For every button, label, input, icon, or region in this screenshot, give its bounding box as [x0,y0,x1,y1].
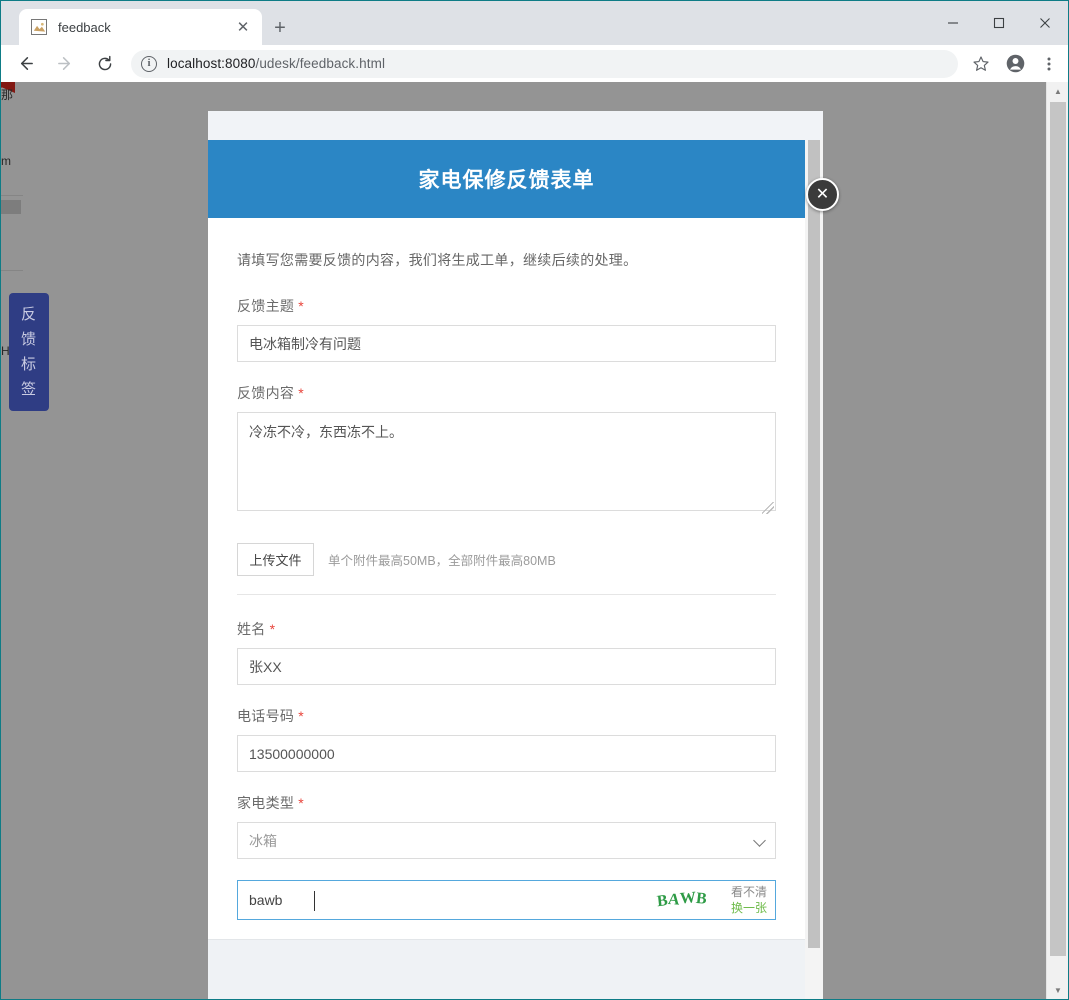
page-scrollbar[interactable]: ▲ ▼ [1046,82,1068,999]
required-marker: * [298,708,304,724]
reload-icon[interactable] [89,48,121,80]
select-wrapper: 冰箱 [237,822,776,859]
captcha-refresh-link[interactable]: 换一张 [731,900,767,916]
modal-top-strip [208,111,823,140]
side-tab-char: 签 [20,381,37,398]
browser-tab[interactable]: feedback ✕ [19,9,262,45]
feedback-tab-button[interactable]: 反 馈 标 签 [9,293,49,411]
label-text: 电话号码 [237,708,295,724]
name-input[interactable] [237,648,776,685]
modal-title: 家电保修反馈表单 [418,169,595,192]
content-textarea[interactable]: 冷冻不冷，东西冻不上。 [237,412,776,511]
tab-close-icon[interactable]: ✕ [232,16,254,38]
modal-scrollbar-thumb[interactable] [808,140,820,948]
field-content: 反馈内容 * 冷冻不冷，东西冻不上。 [237,383,776,516]
upload-row: 上传文件 单个附件最高50MB，全部附件最高80MB [237,537,776,595]
url-host: localhost:8080 [167,56,256,71]
favicon-icon [31,19,47,35]
captcha-links: 看不清 换一张 [717,884,767,916]
side-tab-char: 反 [20,306,37,323]
modal-intro-text: 请填写您需要反馈的内容，我们将生成工单，继续后续的处理。 [237,252,638,268]
browser-titlebar: feedback ✕ + [1,1,1068,45]
forward-icon [49,48,81,80]
tab-title: feedback [58,19,111,35]
field-phone: 电话号码 * [237,706,776,772]
field-appliance-type-label: 家电类型 * [237,793,776,813]
url-path: /udesk/feedback.html [255,56,386,71]
window-controls [930,1,1068,45]
page-scrollbar-thumb[interactable] [1050,102,1066,956]
address-bar-url: localhost:8080/udesk/feedback.html [167,56,385,71]
scroll-down-icon[interactable]: ▼ [1047,981,1068,999]
address-bar[interactable]: i localhost:8080/udesk/feedback.html [131,49,958,78]
captcha-char: A [667,890,681,909]
new-tab-button[interactable]: + [266,14,294,42]
modal-header: 家电保修反馈表单 [208,140,805,218]
captcha-char: W [679,889,697,908]
field-phone-label: 电话号码 * [237,706,776,726]
field-name: 姓名 * [237,619,776,685]
minimize-icon[interactable] [930,1,976,45]
star-icon[interactable] [966,49,996,79]
label-text: 反馈内容 [237,385,295,401]
field-appliance-type: 家电类型 * 冰箱 [237,793,776,859]
field-subject-label: 反馈主题 * [237,296,776,316]
modal-close-button[interactable]: ✕ [806,178,839,211]
text-caret [314,891,315,911]
required-marker: * [269,621,276,637]
page-viewport: 那 m H 反 馈 标 签 家电保修反馈表单 请填写您需要反馈的内容，我们将生成… [1,82,1068,999]
site-info-icon[interactable]: i [141,55,157,72]
captcha-row: BAWB 看不清 换一张 [237,880,776,920]
back-icon[interactable] [9,48,41,80]
field-content-label: 反馈内容 * [237,383,776,403]
upload-hint-text: 单个附件最高50MB，全部附件最高80MB [328,554,556,568]
modal-scrollbar[interactable] [805,140,823,999]
captcha-unclear-text: 看不清 [730,885,767,899]
label-text: 反馈主题 [237,298,295,314]
side-tab-char: 馈 [20,331,37,348]
captcha-image[interactable]: BAWB [651,886,713,914]
captcha-char: B [695,889,709,908]
account-avatar-icon[interactable] [1000,49,1030,79]
textarea-wrapper: 冷冻不冷，东西冻不上。 [237,412,776,516]
window-close-icon[interactable] [1022,1,1068,45]
scroll-up-icon[interactable]: ▲ [1047,82,1068,100]
field-name-label: 姓名 * [237,619,776,639]
feedback-modal: 家电保修反馈表单 请填写您需要反馈的内容，我们将生成工单，继续后续的处理。 反馈… [208,111,823,999]
browser-window: feedback ✕ + i localhost:8080/udesk/feed… [0,0,1069,1000]
subject-input[interactable] [237,325,776,362]
label-text: 姓名 [237,621,266,637]
three-dot-menu-icon[interactable] [1034,49,1064,79]
upload-file-button[interactable]: 上传文件 [237,543,314,576]
browser-toolbar: i localhost:8080/udesk/feedback.html [1,45,1068,82]
appliance-type-select[interactable]: 冰箱 [237,822,776,859]
required-marker: * [298,298,304,314]
modal-body: 请填写您需要反馈的内容，我们将生成工单，继续后续的处理。 反馈主题* 反馈内容*… [208,218,805,988]
label-text: 家电类型 [237,795,295,811]
field-subject: 反馈主题 * [237,296,776,362]
required-marker: * [298,795,304,811]
modal-footer [208,939,805,999]
side-tab-char: 标 [20,356,37,373]
required-marker: * [298,385,304,401]
captcha-input[interactable] [238,881,651,919]
phone-input[interactable] [237,735,776,772]
maximize-icon[interactable] [976,1,1022,45]
